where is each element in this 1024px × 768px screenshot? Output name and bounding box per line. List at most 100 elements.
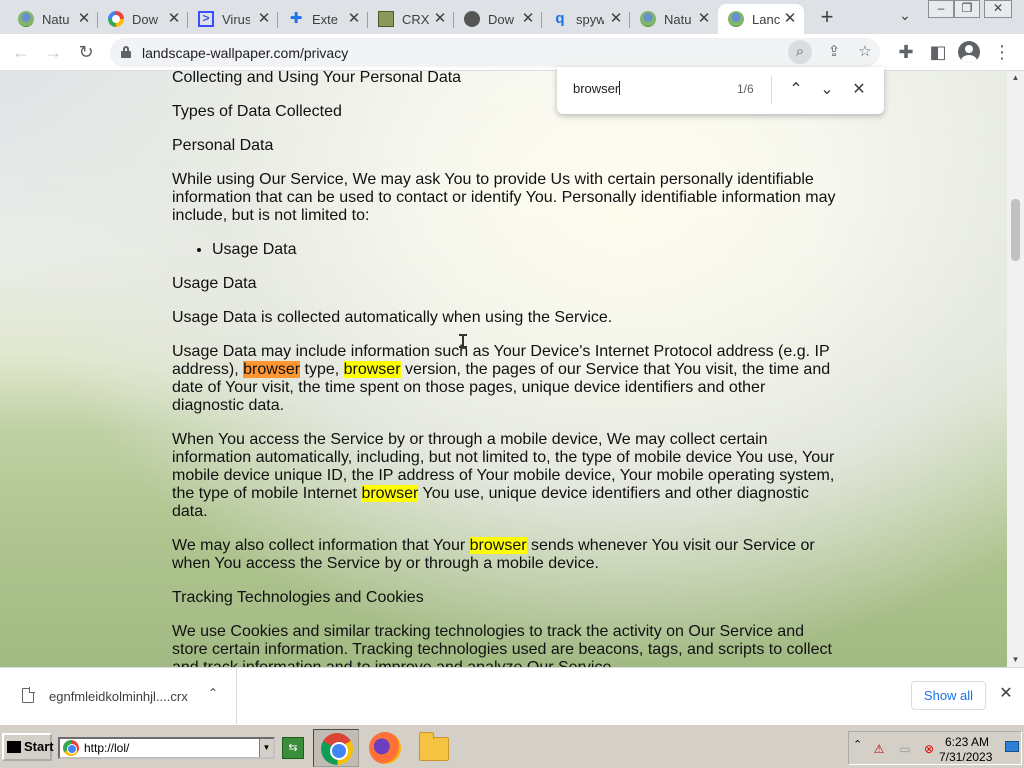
share-icon[interactable]: ⇪ <box>822 40 846 64</box>
taskbar-address-field[interactable]: http://lol/ ▼ <box>58 737 275 759</box>
close-icon[interactable]: ✕ <box>608 11 624 27</box>
url-text[interactable]: landscape-wallpaper.com/privacy <box>142 45 348 61</box>
find-input[interactable]: browser <box>573 81 723 96</box>
clock-time[interactable]: 6:23 AM <box>945 735 989 749</box>
close-icon[interactable]: ✕ <box>432 11 448 27</box>
download-item[interactable]: egnfmleidkolminhjl....crx ⌃ <box>0 668 237 725</box>
go-button[interactable]: ⇆ <box>282 737 304 759</box>
paragraph-usage-auto: Usage Data is collected automatically wh… <box>172 309 613 326</box>
chrome-taskbar-button[interactable] <box>313 729 359 767</box>
system-tray: ⌃ ⚠ ▭ ⊗ 6:23 AM 7/31/2023 <box>848 731 1022 765</box>
close-icon[interactable]: ✕ <box>346 11 362 27</box>
firefox-taskbar-button[interactable] <box>362 729 408 767</box>
heading-tracking: Tracking Technologies and Cookies <box>172 589 424 606</box>
tray-expand-icon[interactable]: ⌃ <box>853 738 862 751</box>
window-close-button[interactable]: ✕ <box>984 0 1012 18</box>
forward-arrow-icon[interactable]: → <box>41 40 65 64</box>
close-icon[interactable]: ✕ <box>696 11 712 27</box>
tab-active[interactable]: Lanc ✕ <box>718 4 804 34</box>
tab-2[interactable]: Dow ✕ <box>98 4 188 34</box>
close-shelf-icon[interactable]: ✕ <box>996 684 1016 704</box>
page-viewport: Collecting and Using Your Personal Data … <box>0 71 1007 667</box>
landscape-favicon-icon <box>18 11 34 27</box>
profile-avatar-icon[interactable] <box>958 41 980 63</box>
tab-7[interactable]: q spyw ✕ <box>542 4 630 34</box>
page-scrollbar[interactable]: ▲ ▼ <box>1007 71 1024 667</box>
paragraph-personal-data: While using Our Service, We may ask You … <box>172 171 836 224</box>
tab-title: Exte <box>312 11 339 27</box>
tab-title: Virus <box>222 11 250 27</box>
side-panel-icon[interactable]: ◧ <box>926 40 950 64</box>
search-favicon-icon: q <box>555 10 565 27</box>
monitor-icon[interactable] <box>1005 741 1019 752</box>
show-all-button[interactable]: Show all <box>911 681 986 710</box>
file-explorer-taskbar-button[interactable] <box>411 729 457 767</box>
find-highlight: browser <box>361 485 419 502</box>
paragraph-mobile: When You access the Service by or throug… <box>172 431 835 520</box>
bookmark-star-icon[interactable]: ☆ <box>853 40 877 64</box>
find-result-count: 1/6 <box>737 82 754 96</box>
file-icon <box>22 687 35 703</box>
chrome-icon <box>63 740 79 756</box>
extensions-puzzle-icon[interactable]: ✚ <box>894 40 918 64</box>
download-shelf: egnfmleidkolminhjl....crx ⌃ Show all ✕ <box>0 667 1024 725</box>
windows-taskbar: Start http://lol/ ▼ ⇆ ⌃ ⚠ ▭ ⊗ 6:23 AM 7/… <box>0 724 1024 768</box>
browser-toolbar: ← → ↻ landscape-wallpaper.com/privacy ⌕ … <box>0 34 1024 71</box>
start-button[interactable]: Start <box>2 733 54 761</box>
scroll-down-arrow-icon[interactable]: ▼ <box>1007 653 1024 667</box>
back-arrow-icon[interactable]: ← <box>9 40 33 64</box>
find-highlight: browser <box>469 537 527 554</box>
paragraph-usage-details: Usage Data may include information such … <box>172 343 831 414</box>
reload-icon[interactable]: ↻ <box>74 40 98 64</box>
kebab-menu-icon[interactable]: ⋮ <box>990 40 1014 64</box>
minimize-button[interactable]: – <box>928 0 954 18</box>
dropdown-arrow-icon[interactable]: ▼ <box>259 739 273 757</box>
data-list: Usage Data <box>212 241 837 259</box>
tab-6[interactable]: Dow ✕ <box>454 4 542 34</box>
windows-logo-icon <box>7 741 21 753</box>
text-cursor-icon <box>459 334 467 348</box>
chevron-down-icon[interactable]: ⌄ <box>893 7 917 29</box>
close-icon[interactable]: ✕ <box>166 11 182 27</box>
network-error-icon[interactable]: ⚠ <box>871 741 887 757</box>
tab-8[interactable]: Natu ✕ <box>630 4 718 34</box>
close-icon[interactable]: ✕ <box>520 11 536 27</box>
list-item: Usage Data <box>212 241 837 259</box>
tab-1[interactable]: Natu ✕ <box>8 4 98 34</box>
close-icon[interactable]: ✕ <box>76 11 92 27</box>
tab-title: spyw <box>576 11 604 27</box>
lock-icon[interactable] <box>121 46 131 58</box>
firefox-icon <box>369 732 401 764</box>
clock-date[interactable]: 7/31/2023 <box>939 750 992 764</box>
restore-button[interactable]: ❐ <box>954 0 980 18</box>
close-icon[interactable]: ✕ <box>256 11 272 27</box>
download-file-name[interactable]: egnfmleidkolminhjl....crx <box>49 689 188 704</box>
folder-icon <box>419 732 449 761</box>
privacy-article: Collecting and Using Your Personal Data … <box>172 71 837 667</box>
tab-4[interactable]: ✚ Exte ✕ <box>278 4 368 34</box>
chevron-up-icon[interactable]: ⌃ <box>204 686 222 704</box>
tab-title: Dow <box>132 11 159 27</box>
find-previous-chevron-up-icon[interactable]: ⌃ <box>784 78 808 102</box>
security-alert-icon[interactable]: ⊗ <box>921 741 937 757</box>
find-next-chevron-down-icon[interactable]: ⌄ <box>815 78 839 102</box>
close-icon[interactable]: ✕ <box>782 11 798 27</box>
tab-strip: Natu ✕ Dow ✕ > Virus ✕ ✚ Exte ✕ CRX ✕ Do… <box>0 0 1024 34</box>
puzzle-piece-icon: ✚ <box>289 10 303 27</box>
address-bar[interactable]: landscape-wallpaper.com/privacy ⌕ ⇪ ☆ <box>110 38 880 67</box>
virustotal-favicon-icon: > <box>198 11 214 27</box>
scroll-up-arrow-icon[interactable]: ▲ <box>1007 71 1024 85</box>
find-highlight-current: browser <box>243 361 301 378</box>
heading-usage: Usage Data <box>172 275 257 292</box>
display-icon[interactable]: ▭ <box>897 741 913 757</box>
find-in-page-icon[interactable]: ⌕ <box>788 40 812 64</box>
paragraph-collect: We may also collect information that You… <box>172 537 815 572</box>
find-highlight: browser <box>343 361 401 378</box>
new-tab-button[interactable]: + <box>814 6 840 30</box>
tab-5[interactable]: CRX ✕ <box>368 4 454 34</box>
scrollbar-thumb[interactable] <box>1011 199 1020 261</box>
find-close-icon[interactable]: ✕ <box>847 78 871 102</box>
tab-3[interactable]: > Virus ✕ <box>188 4 278 34</box>
tab-title: CRX <box>402 11 430 27</box>
landscape-favicon-icon <box>728 11 744 27</box>
